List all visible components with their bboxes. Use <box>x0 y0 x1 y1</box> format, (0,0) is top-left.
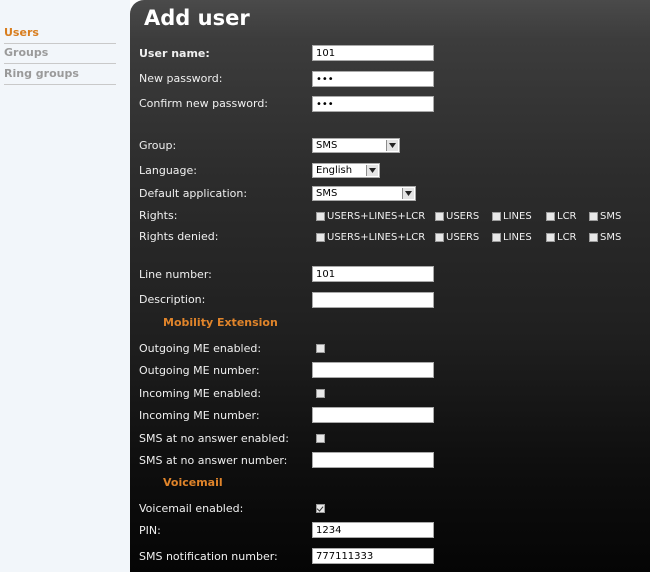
group-label: Group: <box>139 139 177 152</box>
rights-users-lines-lcr-checkbox[interactable] <box>316 211 325 221</box>
rights-denied-option: USERS+LINES+LCR <box>316 230 425 244</box>
rights-denied-option: LINES <box>492 230 532 244</box>
rights-denied-options: USERS+LINES+LCR USERS LINES LCR SMS <box>130 230 650 244</box>
voicemail-heading: Voicemail <box>163 476 223 489</box>
rights-option: USERS+LINES+LCR <box>316 209 425 223</box>
line-number-input[interactable] <box>312 266 434 282</box>
language-label: Language: <box>139 164 197 177</box>
language-select[interactable]: English <box>312 163 380 178</box>
voicemail-enabled-label: Voicemail enabled: <box>139 502 244 515</box>
group-select[interactable]: SMS <box>312 138 400 153</box>
incoming-me-enabled-label: Incoming ME enabled: <box>139 387 262 400</box>
user-name-input[interactable] <box>312 45 434 61</box>
rights-options: USERS+LINES+LCR USERS LINES LCR SMS <box>130 209 650 223</box>
rights-option: SMS <box>589 209 621 223</box>
sms-no-answer-number-input[interactable] <box>312 452 434 468</box>
outgoing-me-number-input[interactable] <box>312 362 434 378</box>
denied-users-checkbox[interactable] <box>435 232 444 242</box>
confirm-password-input[interactable] <box>312 96 434 112</box>
rights-option: LCR <box>546 209 577 223</box>
incoming-me-number-input[interactable] <box>312 407 434 423</box>
voicemail-enabled-checkbox[interactable] <box>316 504 325 513</box>
line-number-label: Line number: <box>139 268 212 281</box>
sidebar-item-groups[interactable]: Groups <box>4 43 116 64</box>
add-user-form: Add user User name: New password: Confir… <box>130 0 650 572</box>
user-name-label: User name: <box>139 47 210 60</box>
chevron-down-icon <box>402 188 414 199</box>
description-input[interactable] <box>312 292 434 308</box>
rights-lcr-checkbox[interactable] <box>546 211 555 221</box>
outgoing-me-enabled-label: Outgoing ME enabled: <box>139 342 262 355</box>
rights-denied-option: LCR <box>546 230 577 244</box>
rights-option-label: USERS+LINES+LCR <box>327 210 426 222</box>
confirm-password-label: Confirm new password: <box>139 97 269 110</box>
pin-input[interactable] <box>312 522 434 538</box>
rights-option-label: SMS <box>600 210 622 222</box>
rights-denied-option-label: LINES <box>503 231 532 243</box>
rights-denied-option: SMS <box>589 230 621 244</box>
chevron-down-icon <box>366 165 378 176</box>
sms-no-answer-number-label: SMS at no answer number: <box>139 454 288 467</box>
rights-option-label: LCR <box>557 210 577 222</box>
rights-denied-option-label: SMS <box>600 231 622 243</box>
sms-notification-number-label: SMS notification number: <box>139 550 278 563</box>
rights-denied-option-label: USERS+LINES+LCR <box>327 231 426 243</box>
rights-option-label: LINES <box>503 210 532 222</box>
description-label: Description: <box>139 293 206 306</box>
new-password-input[interactable] <box>312 71 434 87</box>
denied-lines-checkbox[interactable] <box>492 232 501 242</box>
sms-no-answer-enabled-label: SMS at no answer enabled: <box>139 432 289 445</box>
default-application-select[interactable]: SMS <box>312 186 416 201</box>
default-application-select-value: SMS <box>316 188 338 199</box>
rights-option: LINES <box>492 209 532 223</box>
rights-sms-checkbox[interactable] <box>589 211 598 221</box>
default-application-label: Default application: <box>139 187 248 200</box>
incoming-me-number-label: Incoming ME number: <box>139 409 260 422</box>
sidebar-item-ring-groups[interactable]: Ring groups <box>4 64 116 85</box>
rights-lines-checkbox[interactable] <box>492 211 501 221</box>
denied-sms-checkbox[interactable] <box>589 232 598 242</box>
sidebar-item-users[interactable]: Users <box>4 23 116 44</box>
rights-denied-option-label: LCR <box>557 231 577 243</box>
rights-denied-option: USERS <box>435 230 479 244</box>
denied-lcr-checkbox[interactable] <box>546 232 555 242</box>
mobility-extension-heading: Mobility Extension <box>163 316 278 329</box>
rights-denied-option-label: USERS <box>446 231 480 243</box>
incoming-me-enabled-checkbox[interactable] <box>316 389 325 398</box>
sms-notification-number-input[interactable] <box>312 548 434 564</box>
rights-option-label: USERS <box>446 210 480 222</box>
group-select-value: SMS <box>316 140 338 151</box>
pin-label: PIN: <box>139 524 161 537</box>
chevron-down-icon <box>386 140 398 151</box>
page-title: Add user <box>144 6 250 30</box>
outgoing-me-enabled-checkbox[interactable] <box>316 344 325 353</box>
new-password-label: New password: <box>139 72 223 85</box>
rights-users-checkbox[interactable] <box>435 211 444 221</box>
language-select-value: English <box>316 165 353 176</box>
sidebar: Users Groups Ring groups <box>0 0 130 572</box>
denied-users-lines-lcr-checkbox[interactable] <box>316 232 325 242</box>
sms-no-answer-enabled-checkbox[interactable] <box>316 434 325 443</box>
rights-option: USERS <box>435 209 479 223</box>
outgoing-me-number-label: Outgoing ME number: <box>139 364 260 377</box>
